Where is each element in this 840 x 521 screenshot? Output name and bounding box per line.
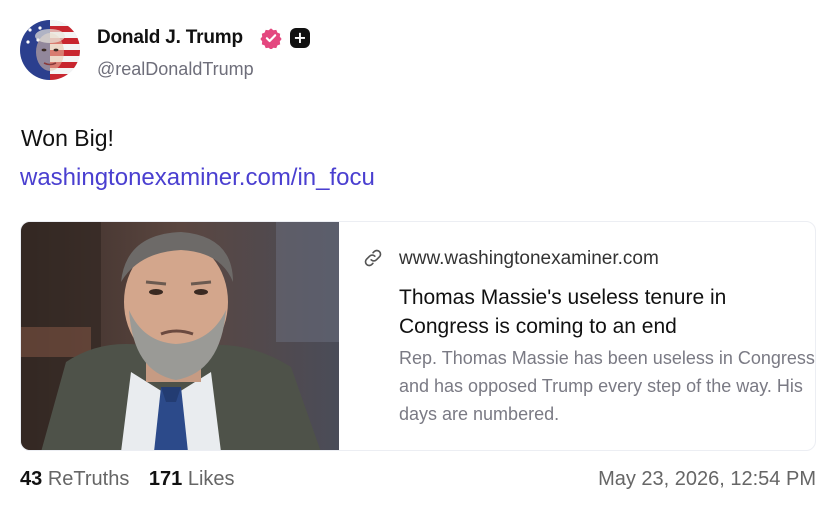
- post-text: Won Big!: [21, 125, 114, 151]
- link-preview-description: Rep. Thomas Massie has been useless in C…: [399, 348, 815, 424]
- link-preview-domain: www.washingtonexaminer.com: [399, 248, 659, 269]
- verified-badge-icon: [260, 28, 282, 49]
- link-preview-body[interactable]: www.washingtonexaminer.com Thomas Massie…: [362, 222, 815, 450]
- retruths-count: 43: [20, 468, 43, 490]
- post-timestamp[interactable]: May 23, 2026, 12:54 PM: [598, 468, 816, 491]
- avatar[interactable]: [20, 20, 80, 80]
- post-stats: 43 ReTruths 171 Likes: [20, 468, 249, 491]
- retruths-label: ReTruths: [47, 468, 130, 490]
- avatar-image: [20, 20, 80, 80]
- link-preview-card[interactable]: www.washingtonexaminer.com Thomas Massie…: [20, 221, 816, 451]
- post-link[interactable]: washingtonexaminer.com/in_focu: [20, 164, 375, 192]
- likes-label: Likes: [187, 468, 235, 490]
- likes-stat[interactable]: 171 Likes: [149, 468, 235, 491]
- link-preview-image[interactable]: [21, 222, 339, 450]
- plus-badge-icon: +: [290, 28, 310, 48]
- author-name[interactable]: Donald J. Trump: [97, 27, 243, 49]
- retruths-stat[interactable]: 43 ReTruths: [20, 468, 129, 491]
- likes-count: 171: [148, 468, 183, 490]
- link-icon: [364, 249, 382, 267]
- author-handle[interactable]: @realDonaldTrump: [97, 59, 254, 80]
- link-preview-title: Thomas Massie's useless tenure in Congre…: [399, 286, 727, 338]
